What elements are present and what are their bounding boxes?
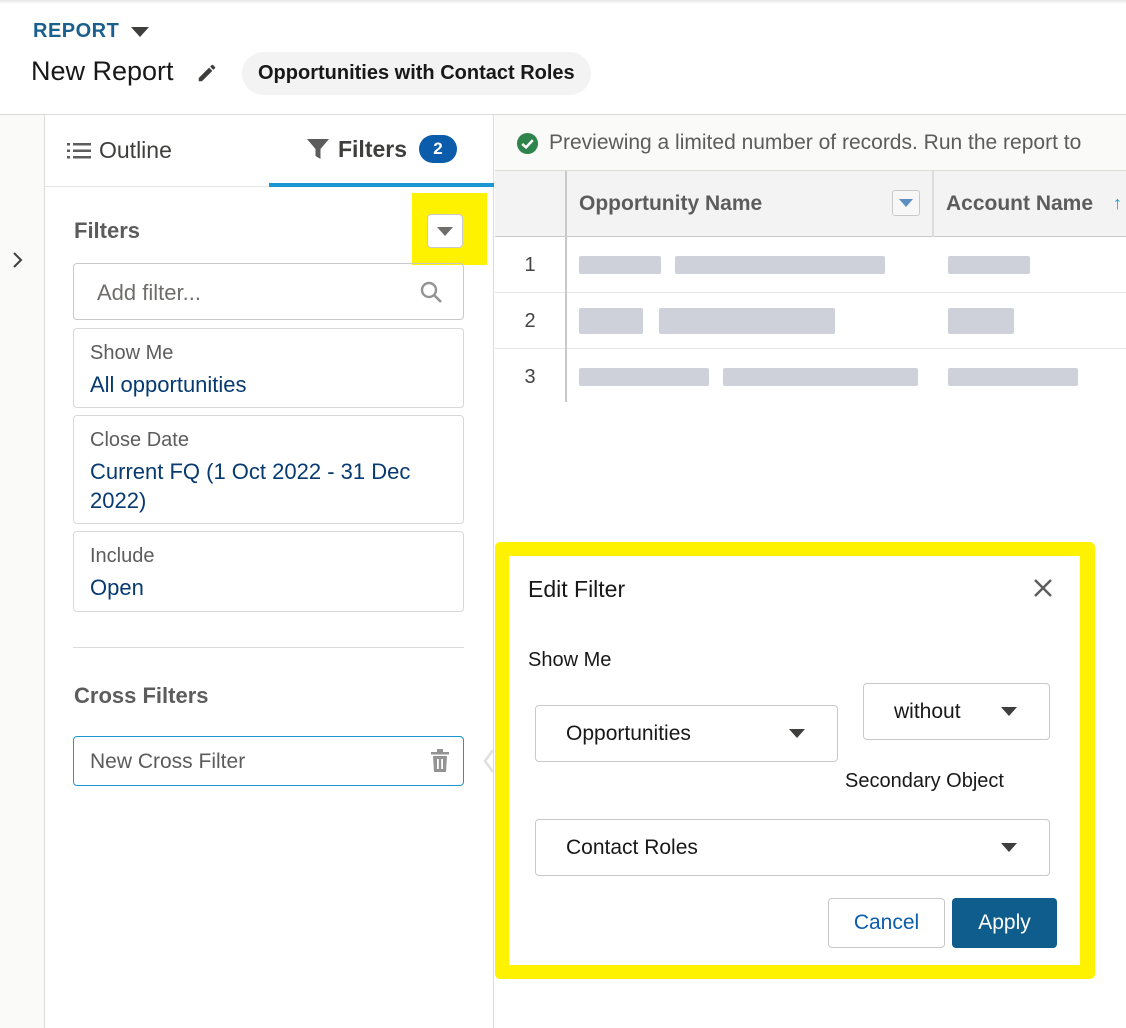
tab-outline-label: Outline — [99, 137, 172, 163]
secondary-object-select[interactable]: Contact Roles — [535, 819, 1050, 876]
tab-filters[interactable]: Filters 2 — [269, 115, 494, 187]
filters-panel: Outline Filters 2 Filters Add filter... … — [45, 115, 494, 1028]
filter-card-label: Close Date — [90, 429, 189, 451]
report-type-pill: Opportunities with Contact Roles — [242, 52, 591, 95]
redacted-cell — [948, 256, 1030, 274]
column-header-opportunity-name[interactable]: Opportunity Name — [579, 171, 762, 237]
chevron-right-icon[interactable] — [9, 248, 27, 272]
column-menu-button[interactable] — [892, 190, 920, 216]
cross-filter-item[interactable]: New Cross Filter — [73, 736, 464, 786]
redacted-cell — [675, 256, 885, 274]
report-preview-table: Opportunity Name Account Name ↑ 1 2 3 — [495, 171, 1126, 402]
row-number-header — [495, 171, 567, 237]
caret-down-icon — [131, 26, 150, 37]
panel-tabs: Outline Filters 2 — [45, 115, 494, 187]
collapsed-sidebar — [0, 115, 45, 1028]
redacted-cell — [659, 308, 835, 334]
header-shade — [0, 0, 1126, 4]
edit-filter-popover: Edit Filter Show Me Opportunities withou… — [509, 556, 1080, 965]
apply-button[interactable]: Apply — [952, 898, 1057, 948]
redacted-cell — [579, 308, 643, 334]
row-number: 1 — [495, 237, 567, 293]
chevron-left-icon — [483, 749, 495, 773]
row-number: 2 — [495, 293, 567, 349]
pencil-icon[interactable] — [196, 62, 218, 84]
caret-down-icon — [1001, 707, 1017, 716]
cross-filter-label: New Cross Filter — [90, 750, 246, 773]
list-icon — [67, 142, 91, 158]
report-title: New Report — [31, 56, 174, 86]
redacted-cell — [948, 308, 1014, 334]
funnel-icon — [306, 139, 329, 159]
filter-card-include[interactable]: Include Open — [73, 531, 464, 612]
section-divider — [73, 647, 464, 648]
filter-card-close-date[interactable]: Close Date Current FQ (1 Oct 2022 - 31 D… — [73, 415, 464, 524]
caret-down-icon — [437, 226, 453, 236]
filter-card-label: Include — [90, 545, 155, 567]
column-separator[interactable] — [932, 171, 934, 237]
search-icon — [420, 281, 442, 303]
secondary-object-label: Secondary Object — [845, 770, 1004, 792]
redacted-cell — [723, 368, 918, 386]
show-me-label: Show Me — [528, 649, 612, 671]
add-filter-placeholder: Add filter... — [97, 280, 201, 305]
filter-card-value: All opportunities — [90, 372, 247, 397]
caret-down-icon — [789, 729, 805, 738]
cancel-button[interactable]: Cancel — [828, 898, 945, 948]
preview-notice-text: Previewing a limited number of records. … — [549, 131, 1082, 154]
redacted-cell — [948, 368, 1078, 386]
row-number: 3 — [495, 349, 567, 402]
preview-notice: Previewing a limited number of records. … — [495, 115, 1126, 171]
table-row: 1 — [495, 237, 1126, 293]
filters-count-badge: 2 — [419, 135, 458, 163]
popover-title: Edit Filter — [528, 576, 626, 602]
object-select[interactable]: Opportunities — [535, 705, 838, 762]
filter-card-value: Current FQ (1 Oct 2022 - 31 Dec 2022) — [90, 459, 411, 513]
column-header-account-name[interactable]: Account Name — [946, 171, 1093, 237]
check-circle-icon — [516, 132, 539, 155]
cross-filters-title: Cross Filters — [74, 683, 209, 708]
trash-icon[interactable] — [428, 748, 452, 774]
table-row: 3 — [495, 349, 1126, 402]
caret-down-icon — [899, 199, 913, 207]
table-row: 2 — [495, 293, 1126, 349]
close-icon[interactable] — [1032, 577, 1054, 599]
object-select-value: Opportunities — [566, 722, 691, 745]
filter-card-show-me[interactable]: Show Me All opportunities — [73, 328, 464, 408]
sort-arrow-icon[interactable]: ↑ — [1113, 193, 1122, 214]
add-filter-input[interactable]: Add filter... — [73, 263, 464, 320]
filter-card-value: Open — [90, 575, 144, 600]
redacted-cell — [579, 368, 709, 386]
tab-outline[interactable]: Outline — [67, 137, 172, 164]
report-header: REPORT New Report Opportunities with Con… — [0, 0, 1126, 115]
object-type-label: REPORT — [33, 20, 120, 42]
table-header: Opportunity Name Account Name ↑ — [495, 171, 1126, 237]
redacted-cell — [579, 256, 661, 274]
secondary-object-value: Contact Roles — [566, 836, 698, 859]
operator-select-value: without — [894, 700, 961, 723]
filter-card-label: Show Me — [90, 342, 174, 364]
tab-filters-label: Filters — [337, 135, 408, 162]
filters-menu-button[interactable] — [427, 214, 463, 248]
caret-down-icon — [1001, 843, 1017, 852]
object-type-menu[interactable]: REPORT — [33, 20, 150, 43]
filters-section-title: Filters — [74, 218, 141, 243]
operator-select[interactable]: without — [863, 683, 1050, 740]
